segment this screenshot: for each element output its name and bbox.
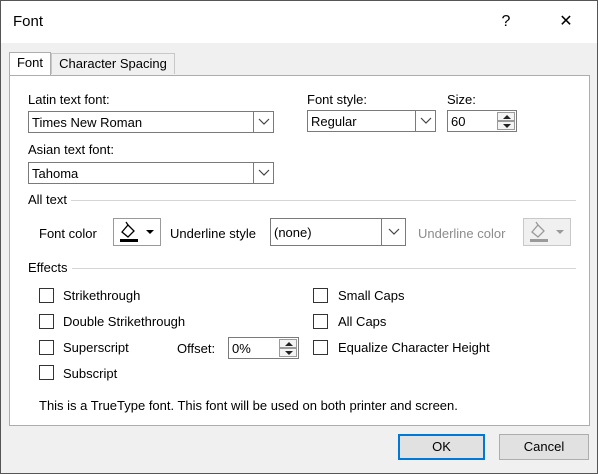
all-caps-checkbox[interactable] — [313, 314, 328, 329]
tab-character-spacing-label: Character Spacing — [59, 56, 167, 71]
font-dialog: Font ? ✕ Font Character Spacing Latin te… — [0, 0, 598, 474]
latin-font-label: Latin text font: — [28, 92, 110, 107]
double-strikethrough-label: Double Strikethrough — [63, 314, 186, 329]
font-panel: Latin text font: Times New Roman Font st… — [9, 75, 590, 426]
paint-bucket-icon — [530, 221, 564, 242]
small-caps-label: Small Caps — [338, 288, 405, 303]
chevron-down-icon[interactable] — [381, 219, 405, 245]
underline-color-label: Underline color — [418, 226, 506, 241]
spin-down-icon[interactable] — [279, 348, 297, 357]
spin-down-icon[interactable] — [497, 121, 515, 130]
latin-font-combo[interactable]: Times New Roman — [28, 111, 274, 133]
all-text-group-label: All text — [28, 192, 72, 207]
font-color-label: Font color — [39, 226, 97, 241]
small-caps-checkbox[interactable] — [313, 288, 328, 303]
superscript-label: Superscript — [63, 340, 129, 355]
strikethrough-checkbox[interactable] — [39, 288, 54, 303]
all-caps-label: All Caps — [338, 314, 387, 329]
window-title: Font — [13, 13, 44, 30]
font-style-label: Font style: — [307, 92, 367, 107]
equalize-height-checkbox[interactable] — [313, 340, 328, 355]
size-spinner[interactable]: 60 — [447, 110, 517, 132]
asian-font-label: Asian text font: — [28, 142, 114, 157]
ok-button-label: OK — [432, 439, 451, 454]
effects-divider — [28, 268, 576, 269]
cancel-button-label: Cancel — [523, 439, 565, 454]
equalize-height-label: Equalize Character Height — [338, 340, 490, 355]
effects-group-label: Effects — [28, 260, 72, 275]
help-button[interactable]: ? — [491, 7, 521, 37]
font-style-combo[interactable]: Regular — [307, 110, 436, 132]
tab-font-label: Font — [16, 55, 43, 70]
chevron-down-icon[interactable] — [415, 111, 435, 131]
subscript-label: Subscript — [63, 366, 118, 381]
font-info-text: This is a TrueType font. This font will … — [39, 398, 458, 413]
size-label: Size: — [447, 92, 476, 107]
font-color-button[interactable] — [113, 218, 161, 246]
close-button[interactable]: ✕ — [551, 7, 581, 37]
underline-color-button — [523, 218, 571, 246]
asian-font-combo[interactable]: Tahoma — [28, 162, 274, 184]
offset-value: 0% — [232, 341, 251, 356]
subscript-checkbox[interactable] — [39, 365, 54, 380]
tab-font[interactable]: Font — [9, 52, 51, 75]
offset-spinner[interactable]: 0% — [228, 337, 299, 359]
cancel-button[interactable]: Cancel — [499, 434, 589, 460]
asian-font-value: Tahoma — [32, 166, 79, 181]
underline-style-combo[interactable]: (none) — [270, 218, 406, 246]
ok-button[interactable]: OK — [398, 434, 485, 460]
chevron-down-icon[interactable] — [253, 163, 273, 183]
latin-font-value: Times New Roman — [32, 115, 143, 130]
paint-bucket-icon — [120, 221, 154, 242]
underline-style-value: (none) — [274, 225, 312, 240]
spin-up-icon[interactable] — [497, 112, 515, 121]
spin-up-icon[interactable] — [279, 339, 297, 348]
double-strikethrough-checkbox[interactable] — [39, 314, 54, 329]
superscript-checkbox[interactable] — [39, 340, 54, 355]
all-text-divider — [28, 200, 576, 201]
underline-style-label: Underline style — [170, 226, 256, 241]
font-style-value: Regular — [311, 114, 357, 129]
title-bar: Font ? ✕ — [1, 1, 597, 43]
chevron-down-icon[interactable] — [253, 112, 273, 132]
size-value: 60 — [451, 114, 466, 129]
strikethrough-label: Strikethrough — [63, 288, 141, 303]
offset-label: Offset: — [177, 341, 216, 356]
tab-character-spacing[interactable]: Character Spacing — [51, 53, 175, 74]
